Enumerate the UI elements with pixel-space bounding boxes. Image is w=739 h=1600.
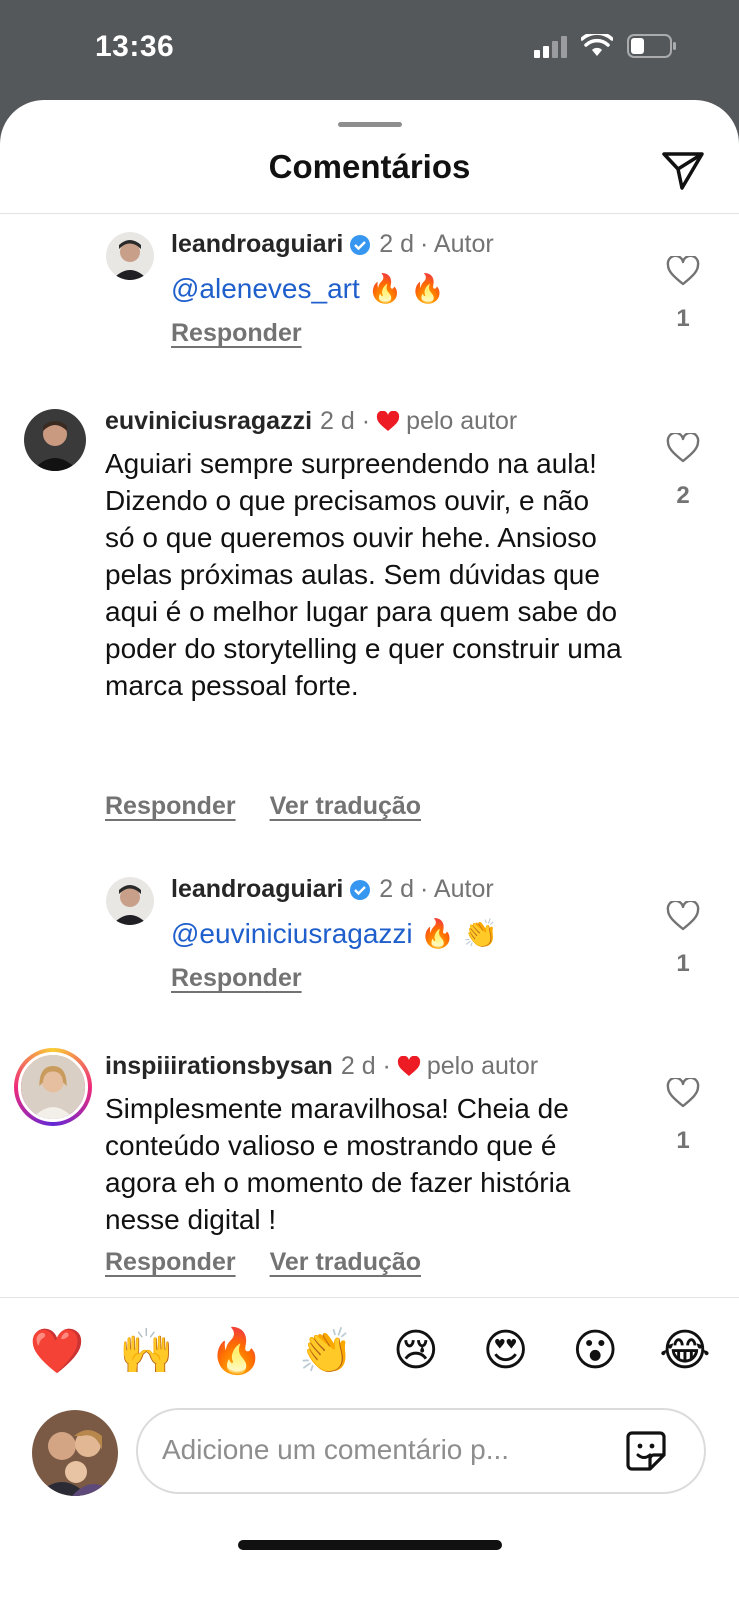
reaction-raising-hands[interactable]: 🙌 — [116, 1325, 178, 1377]
current-user-avatar — [32, 1410, 118, 1496]
like-count: 1 — [676, 305, 690, 332]
status-bar: 13:36 — [0, 0, 739, 100]
comment-username[interactable]: leandroaguiari — [171, 230, 343, 259]
header-divider — [0, 213, 739, 214]
comment-mention[interactable]: @euviniciusragazzi — [171, 918, 413, 949]
heart-outline-icon[interactable] — [666, 1076, 700, 1108]
avatar[interactable] — [106, 232, 154, 280]
avatar-with-story-ring[interactable] — [14, 1048, 92, 1126]
comment-time: 2 d · — [320, 407, 371, 435]
quick-reactions-bar: ❤️ 🙌 🔥 👏 😢 😍 😮 😂 — [26, 1325, 716, 1377]
avatar[interactable] — [24, 409, 86, 471]
reaction-heart-eyes[interactable]: 😍 — [475, 1325, 537, 1377]
reaction-laughing[interactable]: 😂 — [654, 1325, 716, 1377]
reply-button[interactable]: Responder — [171, 319, 302, 348]
heart-outline-icon[interactable] — [666, 431, 700, 463]
liked-by-author-label: pelo autor — [406, 407, 518, 435]
verified-badge-icon — [350, 879, 371, 900]
like-count: 2 — [676, 482, 690, 509]
sheet-title: Comentários — [268, 148, 471, 185]
comment-text: 🔥 👏 — [420, 918, 498, 949]
home-indicator[interactable] — [238, 1540, 502, 1550]
comment-reply: leandroaguiari 2 d · Autor @aleneves_art… — [0, 230, 739, 370]
comment-username[interactable]: leandroaguiari — [171, 875, 343, 904]
reaction-heart[interactable]: ❤️ — [26, 1325, 88, 1377]
heart-outline-icon[interactable] — [666, 899, 700, 931]
status-icons — [534, 34, 677, 58]
comments-sheet: Comentários leandroaguiari 2 d · Autor @… — [0, 100, 739, 1600]
reaction-fire[interactable]: 🔥 — [205, 1325, 267, 1377]
heart-filled-icon — [397, 1056, 420, 1076]
verified-badge-icon — [350, 234, 371, 255]
cellular-signal-icon — [534, 34, 567, 58]
author-tag: · Autor — [420, 230, 494, 258]
comment-username[interactable]: inspiiirationsbysan — [105, 1052, 333, 1081]
reply-button[interactable]: Responder — [105, 1248, 236, 1277]
comment-composer — [136, 1408, 706, 1494]
sheet-grabber[interactable] — [338, 122, 402, 127]
wifi-icon — [581, 34, 613, 56]
see-translation-button[interactable]: Ver tradução — [270, 792, 421, 821]
like-count: 1 — [676, 950, 690, 977]
comment-time: 2 d — [379, 875, 415, 903]
comment-reply: leandroaguiari 2 d · Autor @euviniciusra… — [0, 875, 739, 1015]
heart-outline-icon[interactable] — [666, 254, 700, 286]
reaction-surprised[interactable]: 😮 — [564, 1325, 626, 1377]
heart-filled-icon — [376, 411, 400, 431]
liked-by-author-label: pelo autor — [426, 1052, 539, 1080]
reply-button[interactable]: Responder — [171, 964, 302, 993]
author-tag: · Autor — [420, 875, 494, 903]
reaction-crying[interactable]: 😢 — [385, 1325, 447, 1377]
send-icon[interactable] — [660, 146, 706, 192]
status-time: 13:36 — [95, 30, 175, 63]
comment-text: Aguiari sempre surpreendendo na aula! Di… — [105, 448, 622, 701]
see-translation-button[interactable]: Ver tradução — [270, 1248, 421, 1277]
comment-username[interactable]: euviniciusragazzi — [105, 407, 312, 436]
avatar[interactable] — [106, 877, 154, 925]
like-count: 1 — [676, 1127, 690, 1154]
comment-text: 🔥 🔥 — [367, 273, 446, 304]
comment-time: 2 d · — [340, 1052, 391, 1080]
comment: euviniciusragazzi 2 d · pelo autor Aguia… — [0, 407, 739, 837]
battery-icon — [627, 34, 676, 58]
comment-input[interactable] — [162, 1434, 602, 1466]
comment: inspiiirationsbysan 2 d · pelo autor Sim… — [0, 1048, 739, 1282]
reply-button[interactable]: Responder — [105, 792, 236, 821]
reaction-clapping[interactable]: 👏 — [295, 1325, 357, 1377]
reaction-divider — [0, 1297, 739, 1298]
comment-text: Simplesmente maravilhosa! Cheia de conte… — [105, 1093, 571, 1235]
comment-mention[interactable]: @aleneves_art — [171, 273, 360, 304]
comment-time: 2 d — [379, 230, 415, 258]
sticker-icon[interactable] — [624, 1429, 668, 1473]
